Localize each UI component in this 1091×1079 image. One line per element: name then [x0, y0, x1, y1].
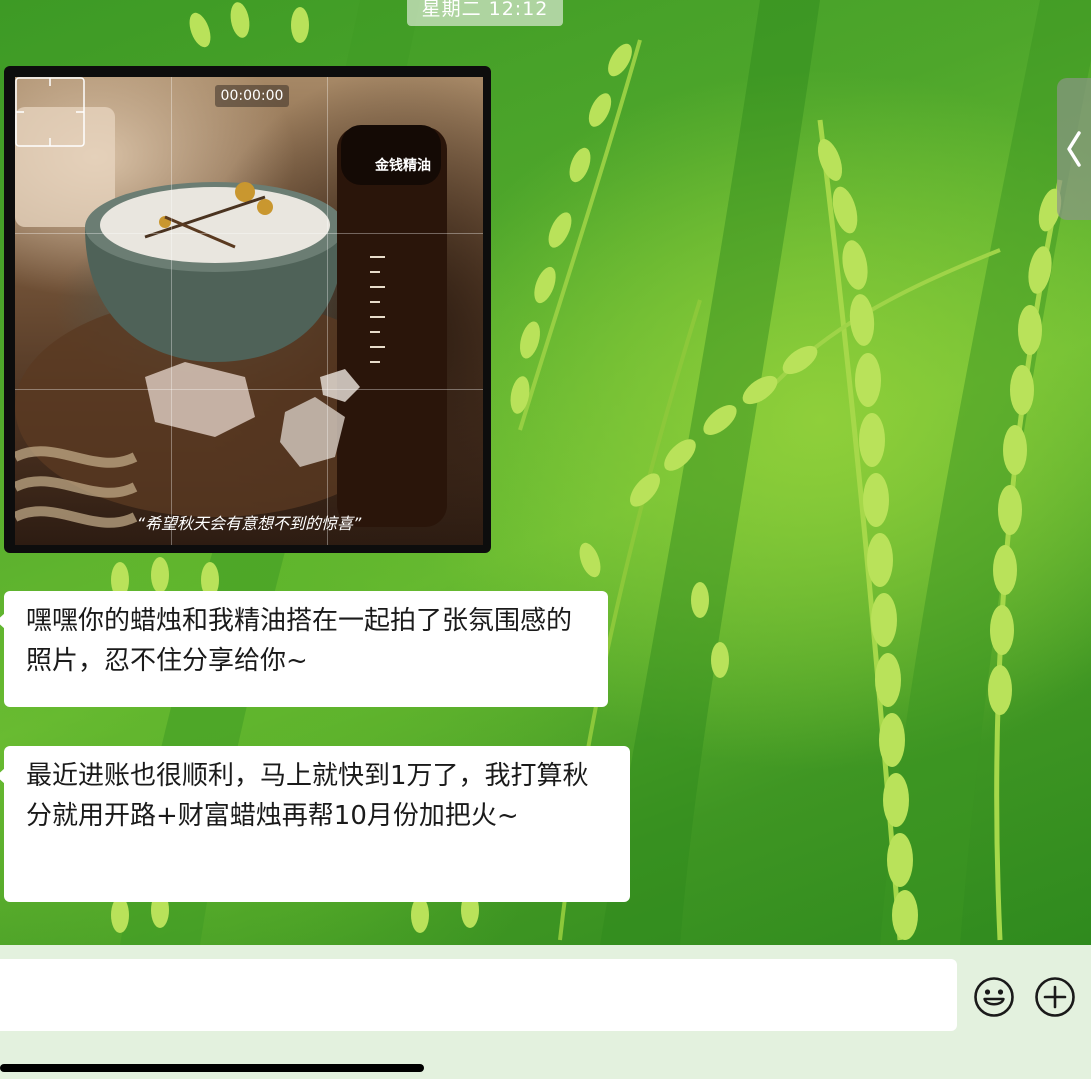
camera-grid-line [327, 77, 328, 545]
message-text: 最近进账也很顺利，马上就快到1万了，我打算秋分就用开路+财富蜡烛再帮10月份加把… [26, 761, 589, 831]
message-text: 嘿嘿你的蜡烛和我精油搭在一起拍了张氛围感的照片，忍不住分享给你~ [26, 606, 573, 676]
video-thumbnail: 00:00:00 金钱精油 “希望秋天会有意想不到的惊喜” [15, 77, 483, 545]
chat-input-bar [0, 945, 1091, 1079]
message-bubble[interactable]: 最近进账也很顺利，马上就快到1万了，我打算秋分就用开路+财富蜡烛再帮10月份加把… [0, 746, 630, 902]
side-collapse-tab[interactable] [1057, 78, 1091, 220]
smiley-icon[interactable] [973, 976, 1015, 1018]
chevron-left-icon [1067, 131, 1081, 167]
video-message[interactable]: 00:00:00 金钱精油 “希望秋天会有意想不到的惊喜” [4, 66, 491, 553]
focus-frame-icon [15, 77, 85, 147]
camera-grid-line [171, 77, 172, 545]
message-bubble[interactable]: 嘿嘿你的蜡烛和我精油搭在一起拍了张氛围感的照片，忍不住分享给你~ [0, 591, 608, 707]
candle-oil-photo [15, 107, 447, 528]
video-caption: “希望秋天会有意想不到的惊喜” [136, 514, 362, 533]
bottle-label-text: 金钱精油 [375, 158, 431, 174]
video-duration: 00:00:00 [215, 85, 289, 107]
camera-grid-line [15, 389, 483, 390]
home-indicator [0, 1064, 424, 1072]
message-input[interactable] [0, 959, 957, 1031]
message-timestamp: 星期二 12:12 [407, 0, 563, 26]
plus-circle-icon[interactable] [1034, 976, 1076, 1018]
camera-grid-line [15, 233, 483, 234]
